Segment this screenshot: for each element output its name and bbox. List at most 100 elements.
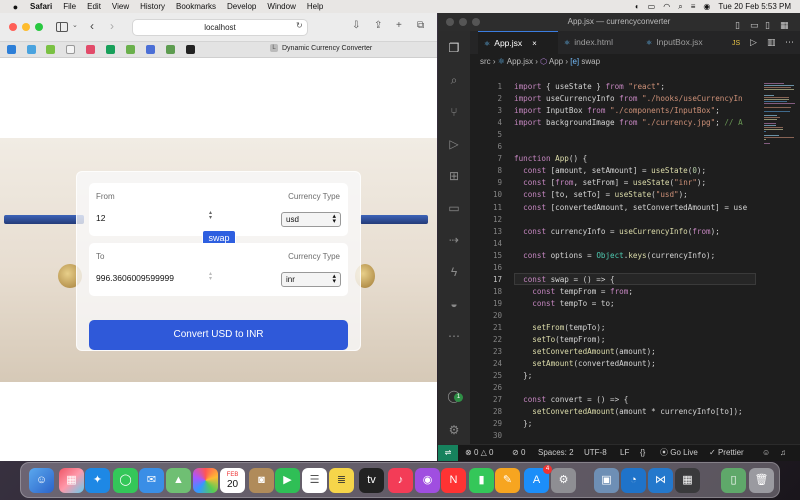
system-settings-icon[interactable]: ⚙ (551, 468, 576, 493)
favorite-pocket-icon[interactable] (86, 45, 95, 54)
address-bar[interactable]: localhost (132, 19, 308, 36)
menu-help[interactable]: Help (307, 2, 323, 11)
back-arrow-icon[interactable]: ‹ (90, 19, 94, 33)
mail-icon[interactable]: ✉ (139, 468, 164, 493)
minimize-window-button[interactable] (22, 23, 30, 31)
encoding-indicator[interactable]: UTF-8 (584, 445, 607, 461)
prettier-button[interactable]: ✓ Prettier (709, 445, 744, 461)
preview-icon[interactable]: ▣ (594, 468, 619, 493)
favorite-star-icon[interactable] (46, 45, 55, 54)
from-amount-input[interactable]: 12 (96, 213, 216, 223)
go-live-button[interactable]: ⦿ Go Live (660, 445, 698, 461)
docker-icon[interactable]: ◒ (446, 296, 462, 312)
favorite-react-icon[interactable] (27, 45, 36, 54)
tab-app-jsx[interactable]: ⚛ App.jsx × (478, 31, 558, 54)
menu-edit[interactable]: Edit (87, 2, 101, 11)
edge-icon[interactable]: ◔ (621, 468, 646, 493)
run-code-icon[interactable]: ▷ (750, 37, 757, 48)
spaces-indicator[interactable]: Spaces: 2 (538, 445, 574, 461)
code-editor[interactable]: import { useState } from "react"; import … (514, 69, 760, 444)
menu-app-name[interactable]: Safari (30, 2, 52, 11)
photos-icon[interactable] (193, 468, 218, 493)
menu-view[interactable]: View (112, 2, 129, 11)
forward-arrow-icon[interactable]: › (110, 19, 114, 33)
facetime-icon[interactable]: ▶ (275, 468, 300, 493)
notes-icon[interactable]: ≣ (329, 468, 354, 493)
control-center-half-icon[interactable]: ◐ (635, 2, 640, 11)
favorite-blue-icon[interactable] (146, 45, 155, 54)
trash-icon[interactable]: 🗑 (749, 468, 774, 493)
search-icon[interactable]: ⌕ (446, 72, 462, 88)
favorite-github-icon[interactable] (186, 45, 195, 54)
convert-button[interactable]: Convert USD to INR (89, 320, 348, 350)
more-icon[interactable]: ⋯ (446, 328, 462, 344)
maps-icon[interactable]: ▲ (166, 468, 191, 493)
launchpad-icon[interactable]: ▦ (59, 468, 84, 493)
safari-icon[interactable]: ✦ (85, 468, 110, 493)
zoom-window-button[interactable] (472, 18, 480, 26)
messages-icon[interactable]: ◯ (113, 468, 138, 493)
close-window-button[interactable] (446, 18, 454, 26)
siri-icon[interactable]: ◉ (703, 2, 710, 11)
favorite-chatgpt-icon[interactable] (66, 45, 75, 54)
news-icon[interactable]: N (441, 468, 466, 493)
menu-develop[interactable]: Develop (227, 2, 256, 11)
pages-icon[interactable]: ✎ (495, 468, 520, 493)
settings-gear-icon[interactable]: ⚙ (446, 422, 462, 438)
tab-index-html[interactable]: ⚛ index.html (558, 31, 640, 54)
favorite-image2-icon[interactable] (166, 45, 175, 54)
favorite-image-icon[interactable] (126, 45, 135, 54)
apple-icon[interactable]: ● (10, 2, 21, 12)
close-window-button[interactable] (9, 23, 17, 31)
breadcrumb-app[interactable]: App (549, 57, 563, 66)
breadcrumb-swap[interactable]: swap (581, 57, 600, 66)
search-icon[interactable]: ⌕ (678, 2, 682, 12)
from-amount-stepper-icon[interactable]: ▴ ▾ (209, 210, 212, 221)
control-center-icon[interactable]: ≡ (691, 2, 696, 11)
source-control-icon[interactable]: ⑂ (446, 104, 462, 120)
reload-icon[interactable]: ↻ (296, 21, 303, 30)
contacts-icon[interactable]: ◙ (249, 468, 274, 493)
finder-icon[interactable]: ☺ (29, 468, 54, 493)
tab-overview-icon[interactable]: ⧉ (417, 20, 424, 31)
to-amount-stepper-icon[interactable]: ▴ ▾ (209, 271, 212, 282)
breadcrumb-src[interactable]: src (480, 57, 491, 66)
ports-indicator[interactable]: ⊘ 0 (512, 445, 525, 461)
live-share-icon[interactable]: ⇢ (446, 232, 462, 248)
reminders-icon[interactable]: ☰ (302, 468, 327, 493)
sidebar-toggle-icon[interactable] (56, 22, 68, 32)
remote-indicator-icon[interactable]: ⇌ (438, 445, 458, 461)
feedback-icon[interactable]: ☺ (762, 445, 770, 461)
breadcrumb-app-jsx[interactable]: App.jsx (507, 57, 533, 66)
explorer-icon[interactable]: ❐ (446, 40, 462, 56)
menu-file[interactable]: File (63, 2, 76, 11)
battery-icon[interactable]: ▭ (648, 2, 656, 11)
vscode-icon[interactable]: ⋈ (648, 468, 673, 493)
problems-indicator[interactable]: ⊗ 0 △ 0 (465, 445, 493, 461)
music-icon[interactable]: ♪ (388, 468, 413, 493)
wifi-icon[interactable]: ◠ (663, 2, 670, 11)
numbers-icon[interactable]: ▮ (469, 468, 494, 493)
favorite-sheets-icon[interactable] (106, 45, 115, 54)
minimap[interactable] (760, 69, 800, 444)
zoom-window-button[interactable] (35, 23, 43, 31)
to-amount-input[interactable]: 996.3606009599999 (96, 273, 211, 283)
tab-js-overflow[interactable]: JS (726, 31, 746, 54)
downloads-stack-icon[interactable]: ▯ (721, 468, 746, 493)
remote-explorer-icon[interactable]: ▭ (446, 200, 462, 216)
to-currency-select[interactable]: inr ▴ ▾ (281, 272, 341, 287)
eol-indicator[interactable]: LF (620, 445, 629, 461)
split-editor-icon[interactable]: ▥ (767, 37, 776, 48)
share-icon[interactable]: ⇪ (374, 20, 382, 31)
calendar-icon[interactable]: FEB 20 (220, 468, 245, 493)
menu-clock[interactable]: Tue 20 Feb 5:53 PM (718, 2, 791, 11)
language-braces-indicator[interactable]: {} (640, 445, 645, 461)
chevron-down-icon[interactable]: ⌄ (72, 21, 78, 29)
podcasts-icon[interactable]: ◉ (415, 468, 440, 493)
from-currency-select[interactable]: usd ▴ ▾ (281, 212, 341, 227)
app-store-icon[interactable]: A4 (524, 465, 552, 493)
favorite-vscode-icon[interactable] (7, 45, 16, 54)
extensions-icon[interactable]: ⊞ (446, 168, 462, 184)
apple-tv-icon[interactable]: tv (359, 468, 384, 493)
download-icon[interactable]: ⇩ (352, 20, 360, 31)
